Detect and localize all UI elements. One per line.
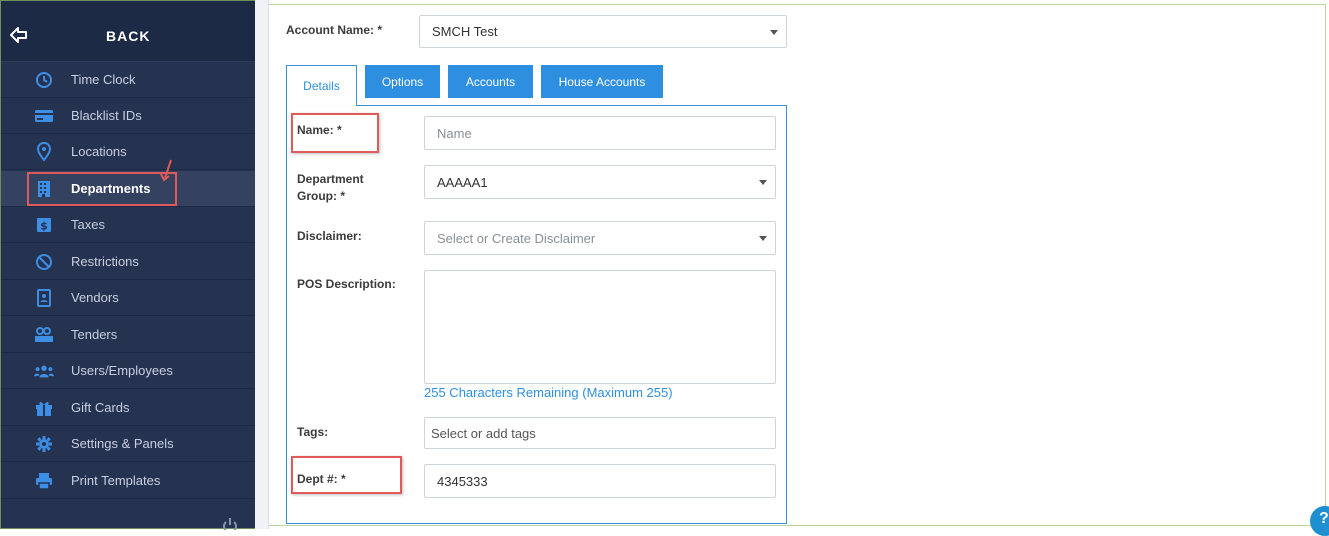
pos-description-label: POS Description: — [297, 277, 396, 291]
tab-details[interactable]: Details — [286, 65, 357, 106]
sidebar-item-blacklist-ids[interactable]: Blacklist IDs — [1, 98, 255, 134]
department-group-select[interactable]: AAAAA1 — [424, 165, 776, 199]
tags-label: Tags: — [297, 425, 329, 439]
sidebar-item-settings-panels[interactable]: Settings & Panels — [1, 426, 255, 462]
sidebar-item-label: Tenders — [71, 327, 118, 342]
back-button[interactable]: BACK — [1, 1, 255, 62]
tab-accounts[interactable]: Accounts — [448, 65, 533, 98]
sidebar-item-time-clock[interactable]: Time Clock — [1, 62, 255, 98]
sidebar-item-label: Taxes — [71, 217, 105, 232]
sidebar-item-label: Gift Cards — [71, 400, 130, 415]
disclaimer-placeholder: Select or Create Disclaimer — [437, 230, 596, 246]
name-input[interactable]: Name — [424, 116, 776, 150]
tags-placeholder: Select or add tags — [431, 425, 536, 441]
tags-input[interactable]: Select or add tags — [424, 417, 776, 449]
tab-options[interactable]: Options — [365, 65, 440, 98]
tab-label: House Accounts — [558, 74, 646, 89]
dept-number-highlight-box — [291, 456, 402, 494]
sidebar-item-users-employees[interactable]: Users/Employees — [1, 353, 255, 389]
dept-number-input[interactable]: 4345333 — [424, 464, 776, 498]
dept-number-value: 4345333 — [437, 473, 488, 489]
department-group-label-line1: Department — [297, 172, 364, 186]
disclaimer-select[interactable]: Select or Create Disclaimer — [424, 221, 776, 255]
svg-text:$: $ — [40, 220, 48, 233]
sidebar-item-vendors[interactable]: Vendors — [1, 280, 255, 316]
sidebar-item-gift-cards[interactable]: Gift Cards — [1, 390, 255, 426]
tab-house-accounts[interactable]: House Accounts — [541, 65, 663, 98]
gift-icon — [34, 398, 54, 418]
back-arrow-icon — [10, 27, 27, 43]
sidebar-item-label: Locations — [71, 144, 127, 159]
tab-label: Details — [303, 78, 340, 93]
red-arrow-annotation-icon — [160, 159, 172, 182]
ban-icon — [34, 252, 54, 272]
gear-icon — [34, 434, 54, 454]
department-group-label-line2: Group: * — [297, 189, 345, 203]
sidebar-item-label: Users/Employees — [71, 363, 173, 378]
name-highlight-box — [291, 113, 379, 153]
location-pin-icon — [34, 142, 54, 162]
tab-label: Options — [381, 74, 424, 89]
sidebar-item-label: Vendors — [71, 290, 119, 305]
sidebar-item-print-templates[interactable]: Print Templates — [1, 463, 255, 499]
department-group-value: AAAAA1 — [437, 174, 488, 190]
chevron-down-icon — [759, 236, 767, 241]
sidebar-item-locations[interactable]: Locations — [1, 134, 255, 170]
contact-book-icon — [34, 288, 54, 308]
sidebar-item-taxes[interactable]: $ Taxes — [1, 207, 255, 243]
help-icon[interactable]: ? — [1310, 506, 1329, 536]
chevron-down-icon — [759, 180, 767, 185]
tab-connector — [287, 104, 356, 106]
id-card-icon — [34, 106, 54, 126]
disclaimer-label: Disclaimer: — [297, 229, 362, 243]
divider-strip — [255, 0, 269, 529]
name-placeholder: Name — [437, 125, 472, 141]
power-icon[interactable] — [221, 516, 239, 530]
back-label: BACK — [106, 28, 151, 44]
money-icon — [34, 325, 54, 345]
clock-icon — [34, 70, 54, 90]
dollar-icon: $ — [34, 215, 54, 235]
chevron-down-icon — [770, 29, 778, 35]
sidebar-item-label: Blacklist IDs — [71, 108, 142, 123]
account-name-label: Account Name: * — [286, 23, 383, 37]
pos-description-textarea[interactable] — [424, 270, 776, 384]
sidebar-item-restrictions[interactable]: Restrictions — [1, 244, 255, 280]
printer-icon — [34, 471, 54, 491]
sidebar-item-label: Time Clock — [71, 72, 136, 87]
account-name-value: SMCH Test — [432, 24, 498, 39]
tab-label: Accounts — [465, 74, 516, 89]
sidebar-item-label: Print Templates — [71, 473, 161, 488]
sidebar: BACK Time Clock Blacklist IDs Locations … — [0, 0, 255, 530]
pos-characters-remaining: 255 Characters Remaining (Maximum 255) — [424, 385, 673, 400]
users-icon — [34, 361, 54, 381]
account-name-select[interactable]: SMCH Test — [419, 15, 787, 48]
sidebar-item-label: Settings & Panels — [71, 436, 174, 451]
sidebar-item-tenders[interactable]: Tenders — [1, 317, 255, 353]
sidebar-item-label: Restrictions — [71, 254, 139, 269]
